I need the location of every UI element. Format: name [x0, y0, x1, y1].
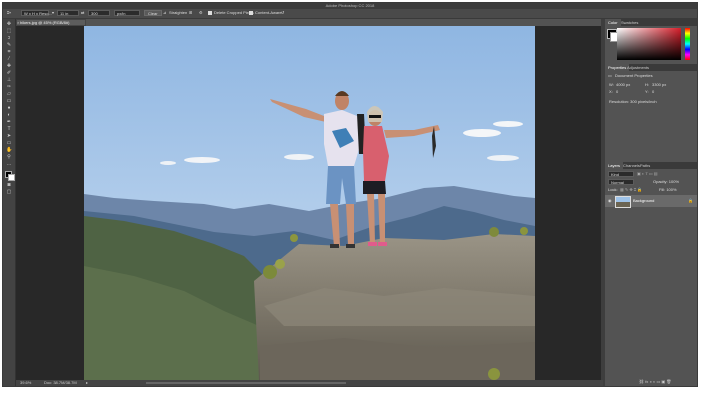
zoom-tool-icon[interactable]: ⚲ — [6, 155, 12, 160]
hikers-photo — [84, 26, 535, 380]
document-tab[interactable]: × hikers.jpg @ 45% (RGB/8#) — [16, 19, 86, 26]
content-aware-checkbox[interactable]: Content-Aware — [249, 10, 282, 16]
straighten-icon[interactable]: ⊿ — [163, 10, 166, 16]
kind-filter[interactable]: Kind — [608, 171, 634, 177]
x-value[interactable]: 0 — [616, 89, 618, 94]
tools-panel: ✥ ⬚ ↄ ✎ ⌗ ⁄ ✚ ✐ ⊥ ✑ ▱ ▭ ● ◐ ✒ T ➤ ▭ ✋ ⚲ … — [3, 19, 16, 386]
checkbox-icon[interactable] — [208, 10, 212, 15]
gradient-tool-icon[interactable]: ▭ — [6, 99, 12, 104]
layers-footer-icons[interactable]: ⛓ fx ◑ ◐ ▭ ▣ 🗑 — [639, 379, 671, 384]
marquee-tool-icon[interactable]: ⬚ — [6, 29, 12, 34]
reset-icon[interactable]: ↺ — [281, 10, 284, 16]
layer-name[interactable]: Background — [633, 198, 654, 203]
document-tab-label: hikers.jpg @ 45% (RGB/8#) — [20, 20, 70, 25]
eyedropper-tool-icon[interactable]: ⁄ — [6, 57, 12, 62]
clear-button[interactable]: Clear — [144, 10, 162, 16]
screen-mode-icon[interactable]: ▢ — [6, 190, 12, 195]
tab-color[interactable]: Color — [605, 19, 621, 26]
dropdown-icon: ▾ — [52, 10, 55, 15]
document-size: Doc: 38.7M/38.7M — [44, 380, 77, 385]
layer-row-background[interactable]: ◉ Background 🔒 — [605, 195, 697, 208]
eraser-tool-icon[interactable]: ▱ — [6, 92, 12, 97]
tab-channels[interactable]: Channels — [623, 162, 640, 169]
delete-cropped-label: Delete Cropped Pixels — [214, 10, 254, 15]
type-tool-icon[interactable]: T — [6, 127, 12, 132]
fill-field[interactable]: Fill: 100% — [659, 187, 677, 192]
gear-icon[interactable]: ⚙ — [199, 10, 203, 16]
options-bar: ⌗▾ W x H x Reso... ▾ 11 in ⇄ 300 px/in C… — [3, 9, 697, 19]
more-tools-icon[interactable]: … — [6, 162, 12, 167]
background-color-swatch[interactable] — [8, 174, 15, 181]
layers-panel-tabs: Layers Channels Paths — [605, 162, 697, 169]
zoom-level[interactable]: 39.6% — [20, 380, 31, 386]
color-picker-field[interactable] — [617, 28, 681, 60]
hand-tool-icon[interactable]: ✋ — [6, 148, 12, 153]
color-panel-tabs: Color Swatches — [605, 19, 697, 26]
healing-tool-icon[interactable]: ✚ — [6, 64, 12, 69]
document-icon: ▭ — [608, 73, 612, 78]
blur-tool-icon[interactable]: ● — [6, 106, 12, 111]
right-panels: Color Swatches Properties Adjustments ▭ … — [605, 19, 697, 386]
quick-select-tool-icon[interactable]: ✎ — [6, 43, 12, 48]
resolution-unit-select[interactable]: px/in — [114, 10, 140, 16]
grid-overlay-icon[interactable]: ⊞ — [189, 10, 192, 16]
height-value[interactable]: 3300 px — [652, 82, 666, 87]
width-label: W: — [609, 82, 614, 87]
blend-mode-select[interactable]: Normal — [608, 179, 634, 185]
straighten-label: Straighten — [169, 10, 188, 15]
y-value[interactable]: 0 — [652, 89, 654, 94]
hue-slider[interactable] — [685, 28, 690, 60]
swap-icon[interactable]: ⇄ — [81, 10, 84, 16]
ratio-select[interactable]: W x H x Reso... — [21, 10, 52, 16]
y-label: Y: — [645, 89, 649, 94]
tab-properties[interactable]: Properties — [605, 64, 630, 71]
delete-cropped-checkbox[interactable]: Delete Cropped Pixels — [208, 10, 254, 16]
crop-tool-icon[interactable]: ⌗▾ — [7, 10, 11, 16]
photoshop-window: Adobe Photoshop CC 2018 ⌗▾ W x H x Reso.… — [3, 3, 697, 386]
lock-icons[interactable]: ▦ ✎ ✥ ⌗ 🔒 — [620, 187, 642, 192]
properties-title: Document Properties — [615, 73, 653, 78]
status-arrow-icon[interactable]: ▸ — [86, 380, 88, 386]
brush-tool-icon[interactable]: ✐ — [6, 71, 12, 76]
history-brush-icon[interactable]: ✑ — [6, 85, 12, 90]
move-tool-icon[interactable]: ✥ — [6, 22, 12, 27]
status-bar: 39.6% Doc: 38.7M/38.7M ▸ — [16, 380, 603, 386]
properties-panel-tabs: Properties Adjustments — [605, 64, 697, 71]
document-image[interactable] — [84, 26, 535, 380]
tab-layers[interactable]: Layers — [605, 162, 624, 169]
pen-tool-icon[interactable]: ✒ — [6, 120, 12, 125]
dodge-tool-icon[interactable]: ◐ — [6, 113, 12, 118]
content-aware-label: Content-Aware — [255, 10, 282, 15]
tab-paths[interactable]: Paths — [640, 162, 650, 169]
tab-swatches[interactable]: Swatches — [621, 19, 638, 26]
shape-tool-icon[interactable]: ▭ — [6, 141, 12, 146]
crop-tool-icon[interactable]: ⌗ — [6, 50, 12, 55]
checkbox-icon[interactable] — [249, 10, 253, 15]
layer-thumbnail — [615, 196, 631, 208]
width-value[interactable]: 4000 px — [616, 82, 630, 87]
layer-lock-icon: 🔒 — [688, 198, 693, 203]
lasso-tool-icon[interactable]: ↄ — [6, 36, 12, 41]
path-select-icon[interactable]: ➤ — [6, 134, 12, 139]
quick-mask-icon[interactable]: ◙ — [6, 183, 12, 188]
visibility-eye-icon[interactable]: ◉ — [608, 198, 612, 203]
height-label: H: — [645, 82, 649, 87]
lock-label: Lock: — [608, 187, 618, 192]
resolution-text: Resolution: 300 pixels/inch — [609, 99, 657, 104]
stamp-tool-icon[interactable]: ⊥ — [6, 78, 12, 83]
width-field[interactable]: 11 in — [57, 10, 79, 16]
height-field[interactable]: 300 — [88, 10, 110, 16]
tab-adjustments[interactable]: Adjustments — [627, 64, 649, 71]
opacity-field[interactable]: Opacity: 100% — [653, 179, 679, 184]
filter-icons[interactable]: ▣ ◐ T ▭ ▤ — [637, 171, 658, 176]
x-label: X: — [609, 89, 613, 94]
horizontal-scrollbar[interactable] — [146, 382, 346, 384]
canvas-area[interactable] — [16, 26, 603, 380]
